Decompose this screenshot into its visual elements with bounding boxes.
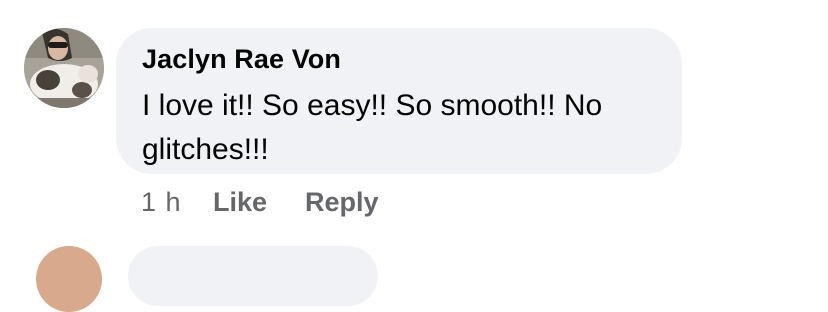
comment-timestamp[interactable]: 1 h <box>141 184 182 220</box>
avatar-photo <box>24 28 104 108</box>
comment-author[interactable]: Jaclyn Rae Von <box>142 44 341 75</box>
reply-button[interactable]: Reply <box>305 184 379 220</box>
next-comment-avatar <box>36 246 102 312</box>
comment-text: I love it!! So easy!! So smooth!! No gli… <box>142 89 603 166</box>
comment-bubble: Jaclyn Rae Von I love it!! So easy!! So … <box>116 28 682 174</box>
comment: Jaclyn Rae Von I love it!! So easy!! So … <box>0 0 828 312</box>
next-comment-bubble <box>128 246 378 306</box>
avatar[interactable] <box>24 28 104 108</box>
like-button[interactable]: Like <box>213 184 267 220</box>
